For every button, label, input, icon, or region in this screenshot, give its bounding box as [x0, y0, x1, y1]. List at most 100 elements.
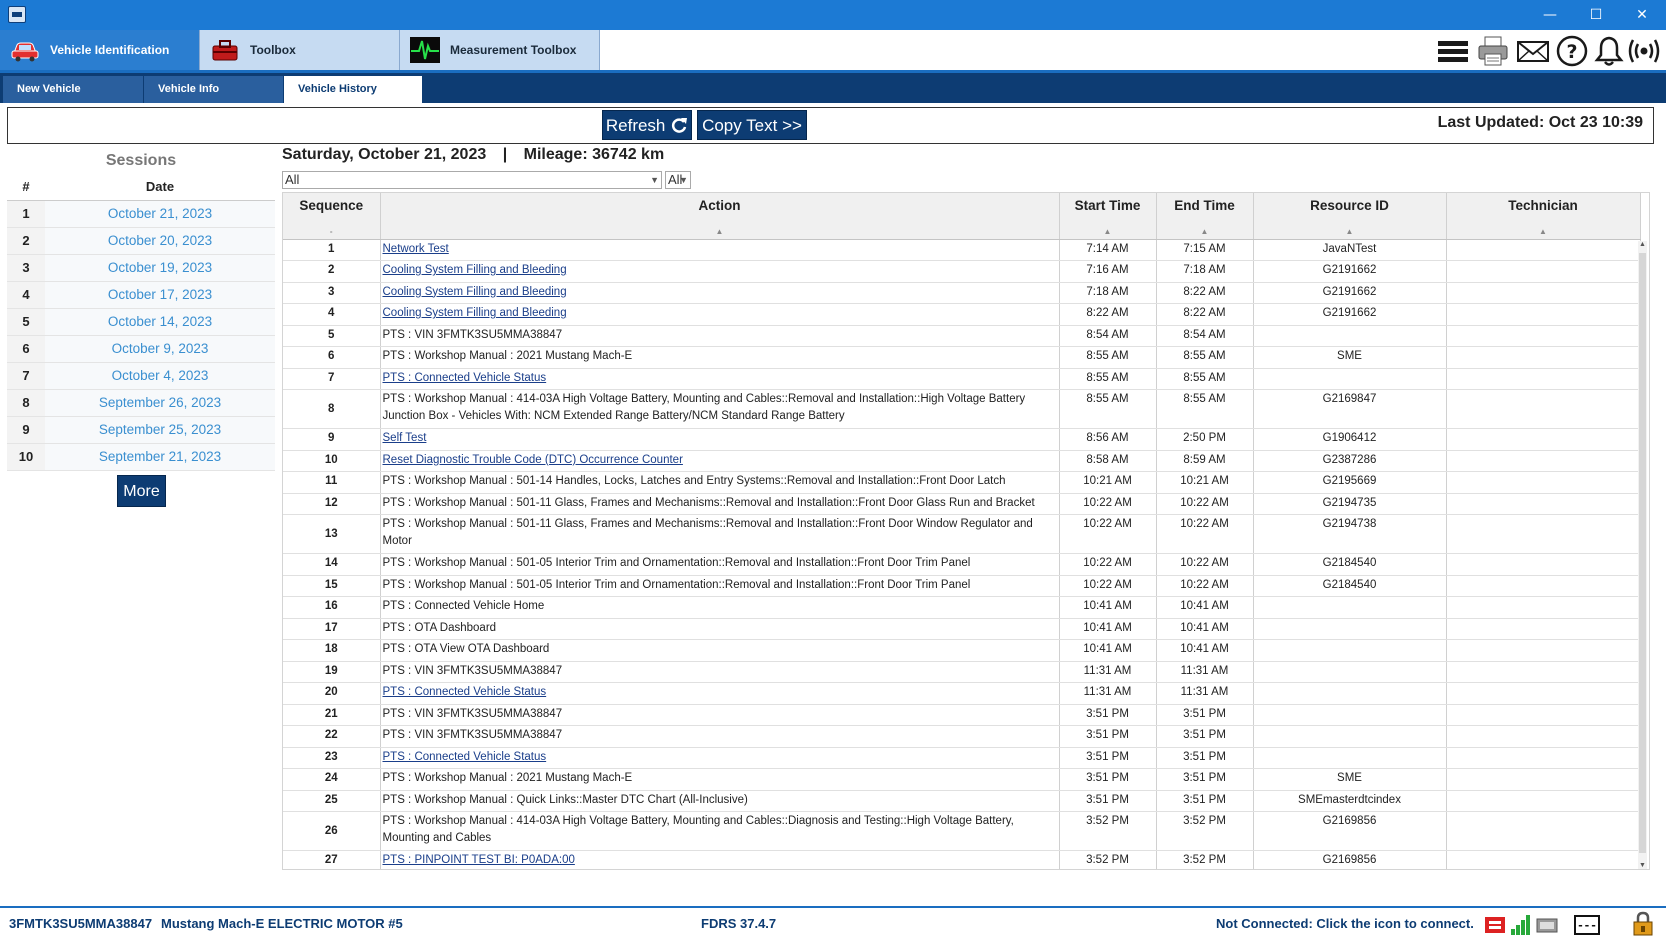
scrollbar-thumb[interactable] [1639, 253, 1646, 853]
tab-label: Vehicle Identification [50, 43, 170, 57]
col-start-time[interactable]: Start Time ▲ [1059, 193, 1157, 240]
sequence-cell: 12 [283, 493, 381, 515]
sort-icon[interactable]: ▲ [381, 227, 1059, 236]
action-cell: PTS : OTA Dashboard [380, 618, 1060, 640]
help-icon[interactable]: ? [1555, 34, 1589, 68]
copy-text-button[interactable]: Copy Text >> [697, 110, 807, 140]
action-link[interactable]: Reset Diagnostic Trouble Code (DTC) Occu… [383, 454, 683, 466]
tab-toolbox[interactable]: Toolbox [200, 30, 400, 70]
session-date-link[interactable]: October 21, 2023 [45, 200, 275, 228]
lock-icon[interactable] [1632, 911, 1654, 937]
mail-icon[interactable] [1516, 34, 1550, 68]
action-link[interactable]: PTS : Connected Vehicle Status [383, 372, 547, 384]
session-date-link[interactable]: October 4, 2023 [45, 362, 275, 390]
car-icon [11, 42, 39, 62]
close-button[interactable]: ✕ [1619, 0, 1665, 30]
session-row[interactable]: 4 October 17, 2023 [7, 281, 275, 309]
maximize-button[interactable]: ☐ [1573, 0, 1619, 30]
col-sequence[interactable]: Sequence - [283, 193, 381, 240]
start-time-cell: 10:22 AM [1059, 493, 1157, 515]
tab-new-vehicle[interactable]: New Vehicle [3, 76, 143, 103]
start-time-cell: 10:41 AM [1059, 618, 1157, 640]
sort-icon[interactable]: ▲ [1447, 227, 1640, 236]
resource-id-cell [1253, 682, 1447, 705]
action-link[interactable]: Cooling System Filling and Bleeding [383, 307, 567, 319]
session-date-link[interactable]: October 20, 2023 [45, 227, 275, 255]
scroll-down-icon[interactable]: ▼ [1638, 862, 1647, 869]
col-end-time[interactable]: End Time ▲ [1156, 193, 1254, 240]
session-row[interactable]: 9 September 25, 2023 [7, 416, 275, 444]
start-time-cell: 3:51 PM [1059, 704, 1157, 726]
tab-vehicle-identification[interactable]: Vehicle Identification [0, 30, 200, 70]
session-row[interactable]: 10 September 21, 2023 [7, 443, 275, 471]
svg-text:---: --- [1577, 919, 1597, 932]
action-link[interactable]: PTS : Connected Vehicle Status [383, 751, 547, 763]
col-resource-id[interactable]: Resource ID ▲ [1253, 193, 1447, 240]
session-row[interactable]: 8 September 26, 2023 [7, 389, 275, 417]
technician-cell [1446, 260, 1641, 283]
session-date-link[interactable]: October 9, 2023 [45, 335, 275, 363]
more-button[interactable]: More [117, 475, 166, 507]
vertical-scrollbar[interactable]: ▲ ▼ [1638, 241, 1647, 869]
session-date-link[interactable]: September 26, 2023 [45, 389, 275, 417]
wireless-icon[interactable] [1627, 34, 1661, 68]
session-row[interactable]: 7 October 4, 2023 [7, 362, 275, 390]
action-cell: PTS : VIN 3FMTK3SU5MMA38847 [380, 725, 1060, 748]
resource-id-cell [1253, 704, 1447, 726]
sort-icon[interactable]: ▲ [1157, 227, 1253, 236]
action-link[interactable]: Cooling System Filling and Bleeding [383, 286, 567, 298]
session-date-link[interactable]: October 17, 2023 [45, 281, 275, 309]
technician-cell [1446, 239, 1641, 261]
table-row: 13 PTS : Workshop Manual : 501-11 Glass, … [283, 514, 1641, 554]
action-link[interactable]: Cooling System Filling and Bleeding [383, 264, 567, 276]
sort-icon[interactable]: ▲ [1254, 227, 1446, 236]
scroll-up-icon[interactable]: ▲ [1638, 241, 1647, 248]
connection-status[interactable]: Not Connected: Click the icon to connect… [1216, 916, 1474, 931]
session-row[interactable]: 3 October 19, 2023 [7, 254, 275, 282]
sort-icon[interactable]: ▲ [1060, 227, 1156, 236]
col-technician[interactable]: Technician ▲ [1446, 193, 1641, 240]
action-link[interactable]: Network Test [383, 243, 449, 255]
table-row: 22 PTS : VIN 3FMTK3SU5MMA38847 3:51 PM 3:51… [283, 725, 1641, 748]
action-link[interactable]: Self Test [383, 432, 427, 444]
tab-measurement-toolbox[interactable]: Measurement Toolbox [400, 30, 600, 70]
printer-icon[interactable] [1476, 34, 1510, 68]
sequence-cell: 2 [283, 260, 381, 283]
action-cell: Cooling System Filling and Bleeding [380, 282, 1060, 304]
secondary-filter-select[interactable]: All ▼ [665, 171, 691, 189]
minimize-button[interactable]: — [1527, 0, 1573, 30]
session-row[interactable]: 1 October 21, 2023 [7, 200, 275, 228]
start-time-cell: 10:41 AM [1059, 639, 1157, 662]
tab-vehicle-info[interactable]: Vehicle Info [144, 76, 283, 103]
resource-id-cell [1253, 596, 1447, 619]
action-filter-select[interactable]: All ▼ [282, 171, 662, 189]
technician-cell [1446, 575, 1641, 597]
technician-cell [1446, 704, 1641, 726]
action-link[interactable]: PTS : PINPOINT TEST BI: P0ADA:00 [383, 854, 575, 866]
start-time-cell: 10:22 AM [1059, 514, 1157, 554]
bell-icon[interactable] [1592, 34, 1626, 68]
table-row: 23 PTS : Connected Vehicle Status 3:51 PM 3… [283, 747, 1641, 769]
action-link[interactable]: PTS : Connected Vehicle Status [383, 686, 547, 698]
chevron-down-icon: ▼ [650, 175, 659, 185]
tab-vehicle-history[interactable]: Vehicle History [284, 76, 422, 103]
col-action[interactable]: Action ▲ [380, 193, 1060, 240]
end-time-cell: 3:51 PM [1156, 768, 1254, 791]
vci-icon[interactable] [1484, 914, 1506, 936]
sort-icon[interactable]: - [283, 227, 380, 236]
session-row[interactable]: 2 October 20, 2023 [7, 227, 275, 255]
session-date-link[interactable]: September 21, 2023 [45, 443, 275, 471]
refresh-button[interactable]: Refresh [602, 110, 692, 140]
end-time-cell: 8:55 AM [1156, 389, 1254, 429]
action-cell: PTS : VIN 3FMTK3SU5MMA38847 [380, 661, 1060, 683]
chevron-down-icon: ▼ [679, 175, 688, 185]
session-date-link[interactable]: October 19, 2023 [45, 254, 275, 282]
action-cell: Self Test [380, 428, 1060, 451]
status-bar: 3FMTK3SU5MMA38847 Mustang Mach-E ELECTRI… [0, 906, 1666, 938]
session-row[interactable]: 6 October 9, 2023 [7, 335, 275, 363]
session-row[interactable]: 5 October 14, 2023 [7, 308, 275, 336]
session-date-link[interactable]: September 25, 2023 [45, 416, 275, 444]
menu-icon[interactable] [1436, 34, 1470, 68]
session-date-link[interactable]: October 14, 2023 [45, 308, 275, 336]
resource-id-cell: G2169847 [1253, 389, 1447, 429]
